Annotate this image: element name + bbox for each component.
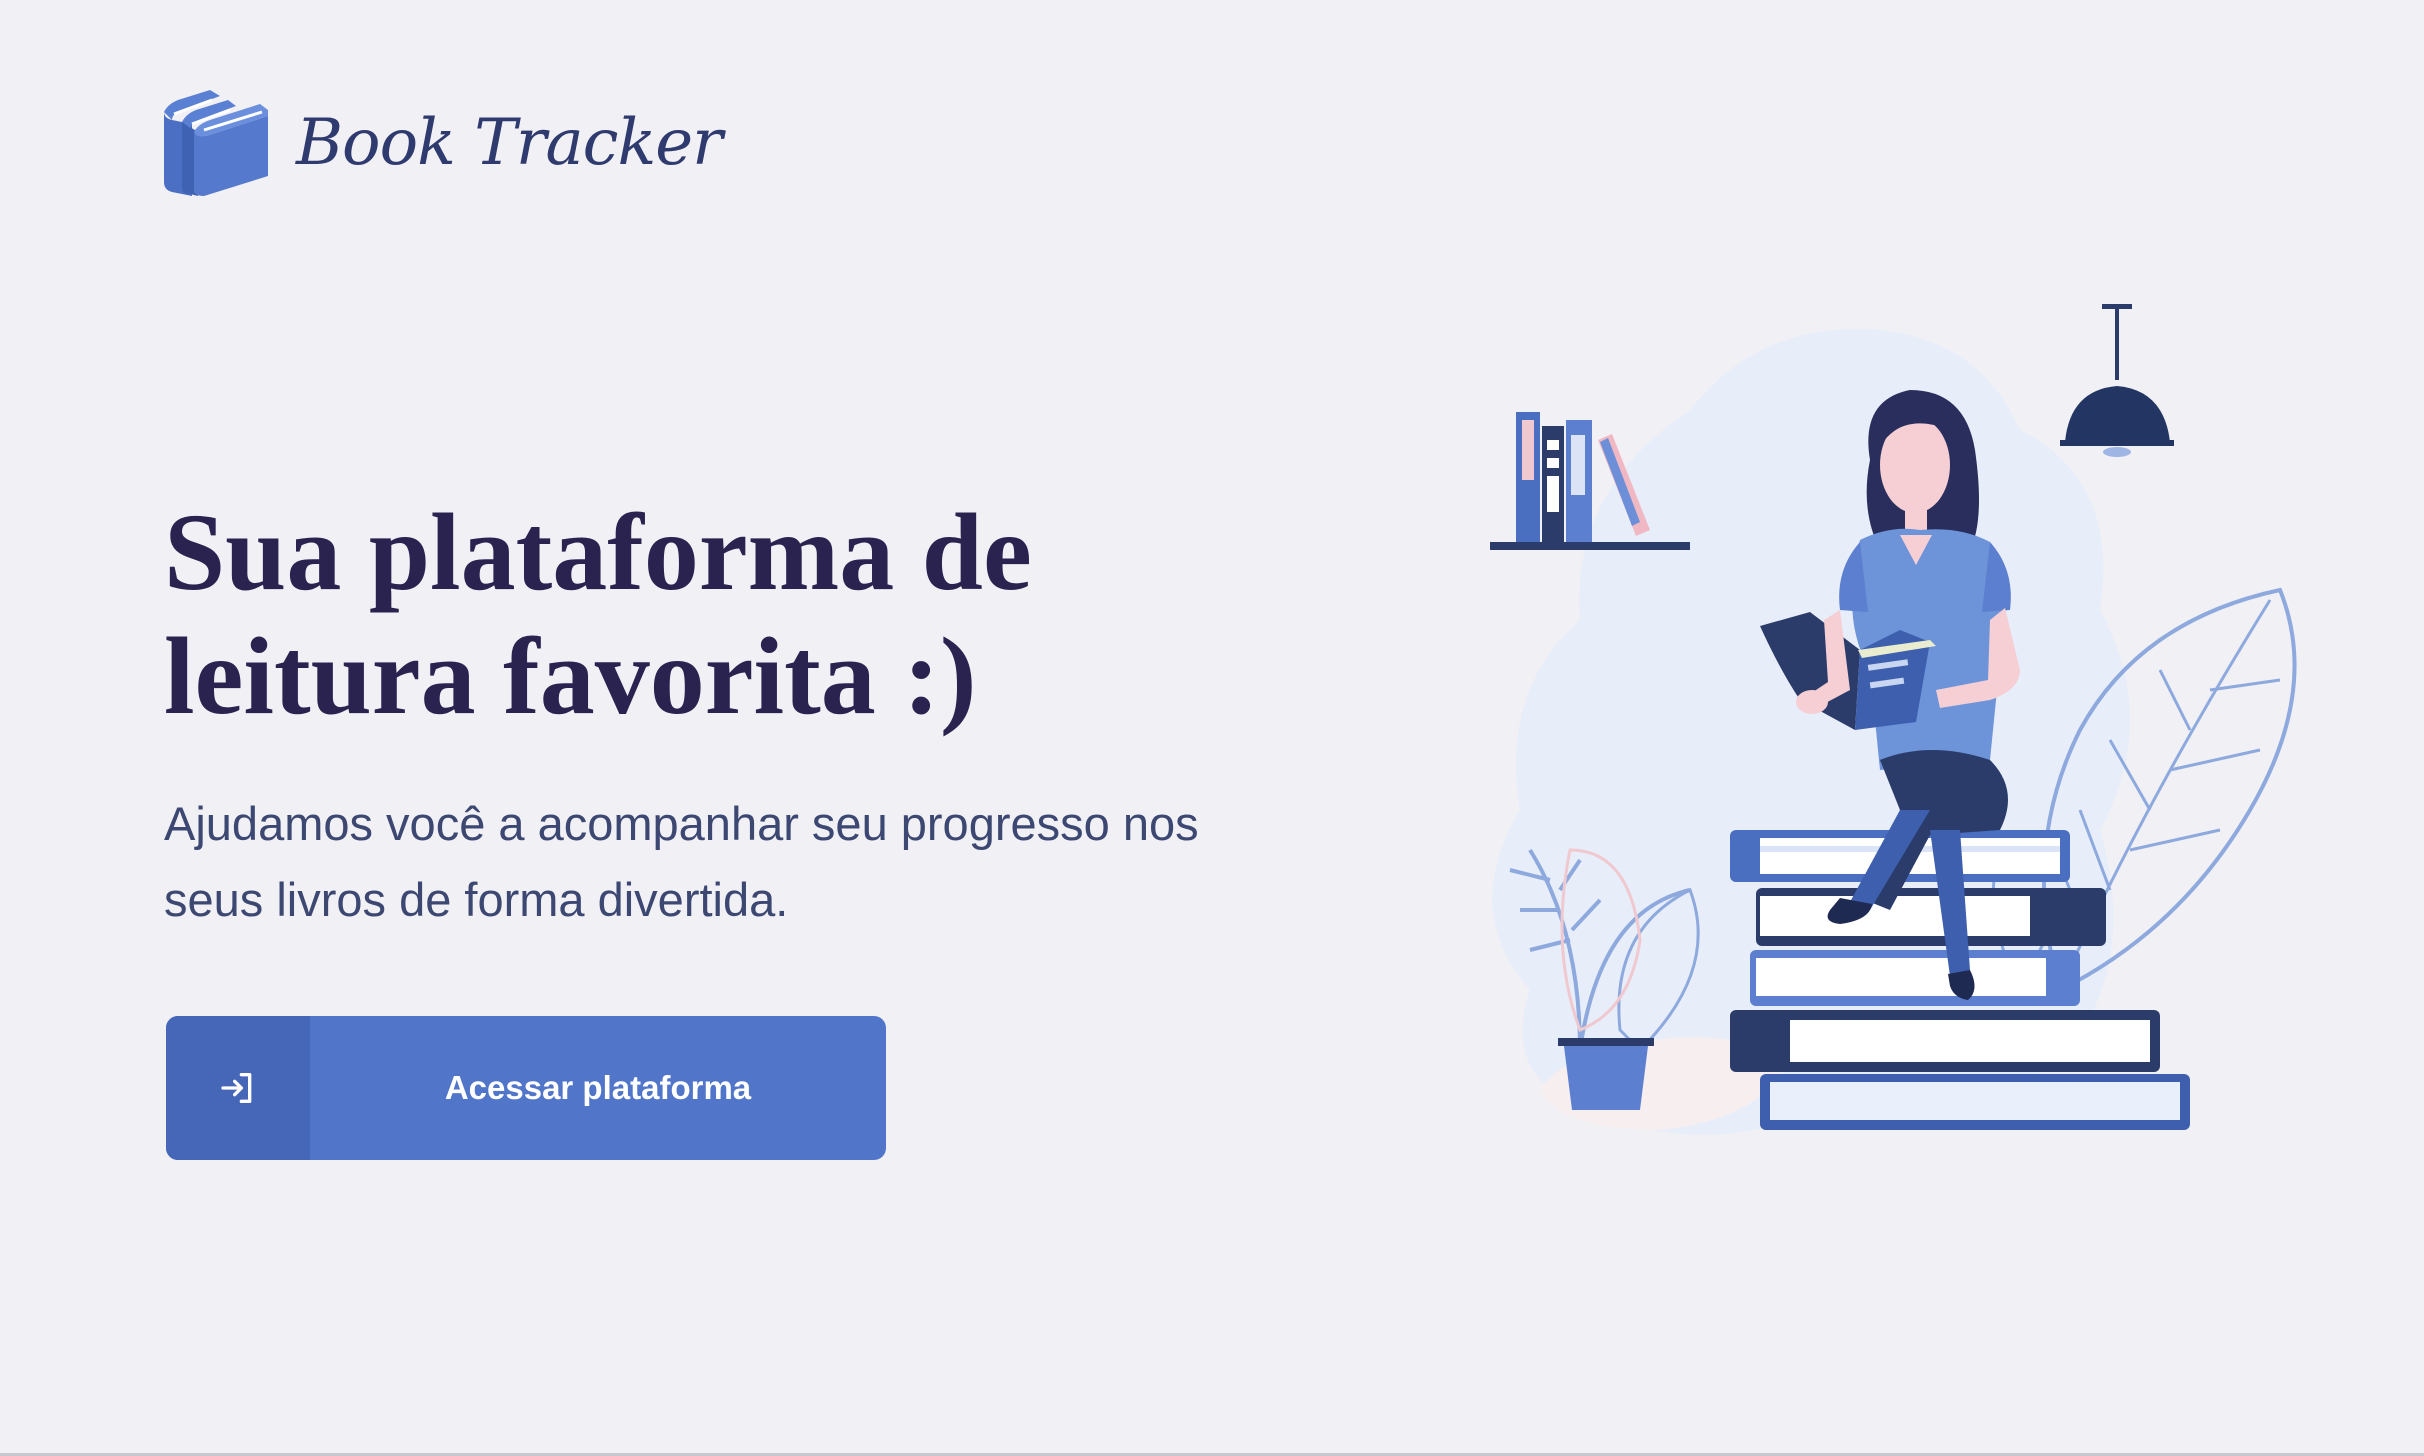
app-name: Book Tracker (296, 106, 723, 180)
access-platform-button[interactable]: Acessar plataforma (166, 1016, 886, 1160)
woman-reading-illustration (1490, 304, 2297, 1135)
books-icon (164, 90, 268, 196)
hero-title: Sua plataforma de leitura favorita :) (164, 490, 1144, 738)
landing-page: Book Tracker Sua plataforma de leitura f… (0, 0, 2424, 1456)
sign-in-icon (221, 1073, 252, 1103)
cta-icon-container (166, 1016, 310, 1160)
hero-subtitle-line-2: seus livros de forma divertida. (164, 873, 789, 926)
access-platform-label: Acessar plataforma (444, 1069, 752, 1106)
hero-title-line-2: leitura favorita :) (164, 615, 977, 737)
hero-subtitle: Ajudamos você a acompanhar seu progresso… (164, 786, 1284, 938)
logo[interactable]: Book Tracker (164, 90, 723, 196)
hero-title-line-1: Sua plataforma de (164, 491, 1032, 613)
hero-subtitle-line-1: Ajudamos você a acompanhar seu progresso… (164, 797, 1199, 850)
